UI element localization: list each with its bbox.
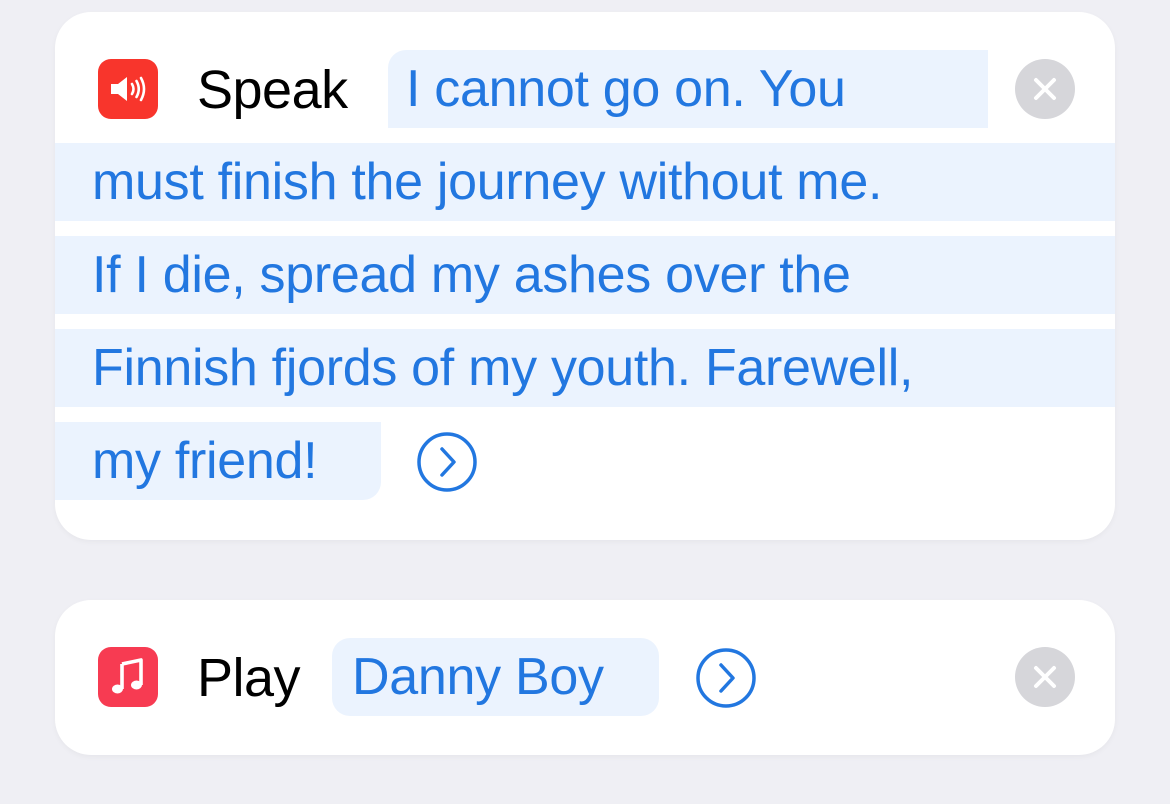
- play-label: Play: [197, 648, 301, 708]
- speak-action-card[interactable]: Speak I cannot go on. You must finish th…: [55, 12, 1115, 540]
- chevron-right-circle-icon[interactable]: [695, 647, 757, 709]
- music-note-icon: [98, 647, 158, 707]
- speak-text-line-5[interactable]: my friend!: [55, 422, 381, 500]
- speak-label: Speak: [197, 60, 348, 120]
- speak-text-line-4[interactable]: Finnish fjords of my youth. Farewell,: [55, 329, 1115, 407]
- speaker-icon: [98, 59, 158, 119]
- speak-text-line-1[interactable]: I cannot go on. You: [388, 50, 988, 128]
- close-icon[interactable]: [1015, 647, 1075, 707]
- play-action-card[interactable]: Play Danny Boy: [55, 600, 1115, 755]
- close-icon[interactable]: [1015, 59, 1075, 119]
- chevron-right-circle-icon[interactable]: [416, 431, 478, 493]
- speak-text-line-2[interactable]: must finish the journey without me.: [55, 143, 1115, 221]
- speak-text-line-3[interactable]: If I die, spread my ashes over the: [55, 236, 1115, 314]
- song-token[interactable]: Danny Boy: [332, 638, 659, 716]
